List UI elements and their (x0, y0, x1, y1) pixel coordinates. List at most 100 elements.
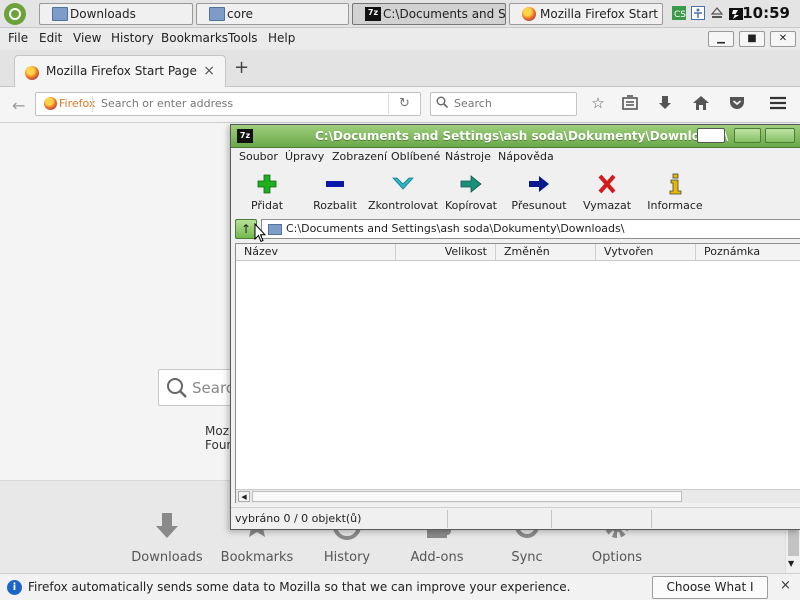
7zip-menu-oblibene[interactable]: Oblíbené (391, 150, 440, 163)
menu-edit[interactable]: Edit (39, 31, 62, 45)
7zip-titlebar[interactable]: 7z C:\Documents and Settings\ash soda\Do… (231, 125, 800, 148)
firefox-close-button[interactable]: ✕ (770, 31, 796, 47)
column-comment[interactable]: Poznámka (696, 244, 800, 261)
launcher-downloads[interactable]: Downloads (127, 510, 207, 572)
tab-close-icon[interactable]: × (203, 63, 215, 79)
menu-view[interactable]: View (73, 31, 101, 45)
scrollbar-thumb[interactable] (252, 491, 682, 502)
menu-tools[interactable]: Tools (228, 31, 258, 45)
eject-icon[interactable] (710, 6, 724, 20)
task-label: C:\Documents and S... (383, 7, 506, 21)
taskbar-task-core[interactable]: core (196, 3, 349, 25)
battery-power-icon[interactable] (729, 6, 743, 20)
back-arrow-icon[interactable]: ← (12, 96, 25, 115)
tab-firefox-start-page[interactable]: Mozilla Firefox Start Page × (14, 55, 226, 88)
tab-strip: Mozilla Firefox Start Page × (0, 50, 800, 88)
7zip-path-field[interactable]: C:\Documents and Settings\ash soda\Dokum… (261, 219, 800, 239)
horizontal-scrollbar[interactable]: ◀ (236, 489, 800, 503)
launcher-label: Add-ons (410, 550, 464, 565)
network-icon[interactable]: CS (672, 6, 686, 20)
7zip-menu-soubor[interactable]: Soubor (239, 150, 278, 163)
choose-what-i-share-button[interactable]: Choose What I Share (652, 576, 768, 599)
pocket-icon[interactable] (727, 93, 747, 113)
svg-text:CS: CS (674, 10, 686, 20)
firefox-minimize-button[interactable]: ▁ (708, 31, 734, 47)
firefox-icon (522, 7, 536, 21)
home-icon[interactable] (691, 93, 711, 113)
taskbar-task-firefox[interactable]: Mozilla Firefox Start ... (509, 3, 663, 25)
accessibility-icon[interactable] (691, 6, 705, 20)
firefox-menubar: File Edit View History Bookmarks Tools H… (0, 28, 800, 50)
url-bar[interactable]: Firefox Search or enter address ↻ (35, 92, 421, 116)
scrollbar-thumb[interactable] (788, 528, 799, 556)
7zip-shade-button[interactable] (697, 128, 725, 143)
menu-help[interactable]: Help (268, 31, 295, 45)
taskbar: Downloads core 7z C:\Documents and S... … (0, 0, 800, 28)
column-created[interactable]: Vytvořen (596, 244, 696, 261)
folder-icon (268, 224, 282, 235)
7zip-menu-upravy[interactable]: Úpravy (285, 150, 324, 163)
search-input[interactable]: Search (454, 97, 492, 110)
7zip-menu-nastroje[interactable]: Nástroje (445, 150, 491, 163)
taskbar-task-downloads[interactable]: Downloads (39, 3, 193, 25)
selection-status: vybráno 0 / 0 objekt(ů) (235, 512, 362, 525)
copy-arrow-icon (460, 175, 482, 193)
path-text[interactable]: C:\Documents and Settings\ash soda\Dokum… (286, 222, 624, 235)
menu-history[interactable]: History (111, 31, 154, 45)
7zip-info-button[interactable]: Informace (635, 173, 715, 213)
7zip-status-bar: vybráno 0 / 0 objekt(ů) (231, 507, 800, 529)
scroll-left-arrow-icon[interactable]: ◀ (238, 491, 250, 502)
tool-label: Informace (647, 199, 703, 212)
minus-icon (326, 181, 344, 187)
task-label: Downloads (70, 7, 136, 21)
search-bar[interactable]: Search (430, 92, 577, 116)
launcher-label: Sync (511, 550, 543, 565)
7zip-minimize-button[interactable] (734, 128, 761, 143)
7zip-menu-napoveda[interactable]: Nápověda (498, 150, 554, 163)
7zip-maximize-button[interactable] (765, 128, 795, 143)
reload-icon[interactable]: ↻ (388, 94, 420, 114)
status-divider (551, 510, 552, 528)
folder-icon (52, 7, 68, 21)
firefox-favicon-icon (25, 66, 39, 80)
distro-menu-icon[interactable] (4, 3, 26, 25)
7zip-logo-icon: 7z (237, 129, 253, 143)
info-icon (669, 173, 682, 195)
status-divider (651, 510, 652, 528)
hamburger-menu-icon[interactable] (768, 93, 788, 113)
taskbar-task-7zip[interactable]: 7z C:\Documents and S... (352, 3, 506, 25)
url-separator (92, 96, 93, 112)
7zip-address-bar: ↑ C:\Documents and Settings\ash soda\Dok… (235, 219, 800, 241)
identity-label: Firefox (59, 97, 96, 110)
task-label: core (227, 7, 253, 21)
notification-bar: i Firefox automatically sends some data … (0, 573, 800, 600)
column-modified[interactable]: Změněn (496, 244, 596, 261)
menu-file[interactable]: File (8, 31, 28, 45)
plus-icon (257, 174, 277, 194)
7zip-window: 7z C:\Documents and Settings\ash soda\Do… (230, 124, 800, 530)
search-icon (436, 96, 448, 108)
column-name[interactable]: Název (236, 244, 396, 261)
bookmarks-menu-icon[interactable] (620, 93, 640, 113)
firefox-maximize-button[interactable]: ■ (739, 31, 765, 47)
task-label: Mozilla Firefox Start ... (540, 7, 663, 21)
clock[interactable]: 10:59 (742, 4, 790, 22)
page-search-input[interactable]: Searc (192, 379, 234, 397)
column-size[interactable]: Velikost (396, 244, 496, 261)
scroll-down-arrow-icon[interactable]: ▼ (788, 559, 794, 568)
url-input[interactable]: Search or enter address (101, 97, 233, 110)
bookmark-star-icon[interactable]: ☆ (588, 93, 608, 113)
menu-bookmarks[interactable]: Bookmarks (161, 31, 228, 45)
new-tab-button[interactable]: + (234, 57, 249, 78)
mouse-cursor-icon (254, 223, 266, 243)
7zip-file-list[interactable]: Název Velikost Změněn Vytvořen Poznámka … (235, 243, 800, 503)
launcher-label: Options (591, 550, 643, 565)
status-divider (447, 510, 448, 528)
notification-close-icon[interactable]: × (780, 578, 791, 593)
search-icon (167, 378, 187, 398)
downloads-icon[interactable] (655, 93, 675, 113)
7zip-menubar: Soubor Úpravy Zobrazení Oblíbené Nástroj… (231, 148, 800, 167)
7zip-menu-zobrazeni[interactable]: Zobrazení (332, 150, 387, 163)
launcher-label: Bookmarks (220, 550, 294, 565)
check-icon (392, 177, 414, 190)
